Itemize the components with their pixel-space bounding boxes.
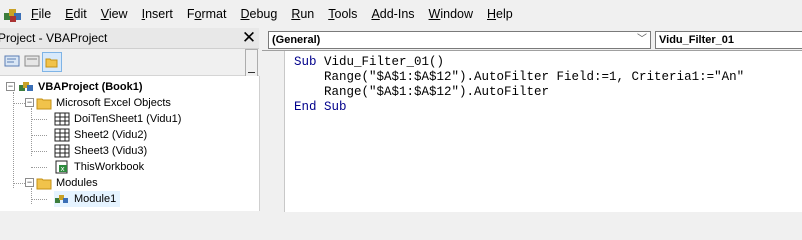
svg-text:x: x bbox=[61, 165, 65, 173]
worksheet-icon bbox=[54, 112, 70, 126]
menu-view[interactable]: View bbox=[94, 0, 135, 28]
collapse-excel-objects-icon[interactable]: − bbox=[25, 98, 34, 107]
code-line: Range("$A$1:$A$12").AutoFilter bbox=[294, 85, 744, 100]
tree-module1-item[interactable]: Module1 bbox=[54, 191, 121, 207]
menu-bar: File Edit View Insert Format Debug Run Tools Add… bbox=[0, 0, 802, 28]
toggle-folders-button[interactable] bbox=[42, 52, 62, 72]
project-toolbar bbox=[0, 49, 259, 76]
close-icon[interactable]: ✕ bbox=[239, 28, 259, 48]
project-explorer-header: Project - VBAProject ✕ bbox=[0, 28, 259, 49]
object-dropdown[interactable]: (General) ﹀ bbox=[268, 31, 651, 49]
tree-label: VBAProject (Book1) bbox=[38, 81, 143, 93]
menu-format[interactable]: Format bbox=[180, 0, 234, 28]
project-tree: − VBAProject (Book1) − Microsoft Excel O… bbox=[0, 76, 260, 211]
menu-edit[interactable]: Edit bbox=[58, 0, 94, 28]
tree-label: DoiTenSheet1 (Vidu1) bbox=[74, 113, 182, 125]
tree-label: Sheet2 (Vidu2) bbox=[74, 129, 148, 141]
code-margin-bar[interactable] bbox=[262, 51, 285, 212]
procedure-dropdown-value: Vidu_Filter_01 bbox=[659, 34, 734, 46]
workbook-icon: x bbox=[54, 160, 70, 174]
code-lines: Sub Vidu_Filter_01() Range("$A$1:$A$12")… bbox=[294, 55, 744, 115]
collapse-root-icon[interactable]: − bbox=[6, 82, 15, 91]
worksheet-icon bbox=[54, 128, 70, 142]
view-object-button[interactable] bbox=[24, 54, 40, 68]
tree-label: Microsoft Excel Objects bbox=[56, 97, 171, 109]
code-text: Range("$A$1:$A$12").AutoFilter bbox=[294, 85, 550, 99]
worksheet-icon bbox=[54, 144, 70, 158]
menu-run[interactable]: Run bbox=[284, 0, 321, 28]
tree-root-vbaproject[interactable]: VBAProject (Book1) bbox=[18, 79, 143, 95]
tree-excel-objects[interactable]: Microsoft Excel Objects bbox=[36, 95, 171, 111]
code-keyword: Sub bbox=[294, 55, 317, 69]
code-text: Vidu_Filter_01() bbox=[316, 55, 445, 69]
tree-label: Modules bbox=[56, 177, 98, 189]
menu-insert[interactable]: Insert bbox=[135, 0, 180, 28]
code-window-toolbar: (General) ﹀ Vidu_Filter_01 bbox=[262, 28, 802, 50]
collapse-modules-icon[interactable]: − bbox=[25, 178, 34, 187]
tree-sheet-item[interactable]: Sheet3 (Vidu3) bbox=[54, 143, 147, 159]
tree-sheet-item[interactable]: Sheet2 (Vidu2) bbox=[54, 127, 147, 143]
tree-modules-folder[interactable]: Modules bbox=[36, 175, 98, 191]
view-code-button[interactable] bbox=[4, 54, 20, 68]
tree-label: Module1 bbox=[74, 193, 117, 205]
tree-workbook-item[interactable]: x ThisWorkbook bbox=[54, 159, 144, 175]
code-keyword: End Sub bbox=[294, 100, 347, 114]
menu-help[interactable]: Help bbox=[480, 0, 520, 28]
code-line: End Sub bbox=[294, 100, 744, 115]
vbaproject-icon bbox=[18, 80, 34, 94]
project-explorer-title: Project - VBAProject bbox=[0, 31, 108, 45]
menu-file[interactable]: File bbox=[24, 0, 58, 28]
menu-add-ins[interactable]: Add-Ins bbox=[364, 0, 421, 28]
tree-label: Sheet3 (Vidu3) bbox=[74, 145, 148, 157]
vba-app-icon[interactable] bbox=[2, 4, 24, 24]
code-editor[interactable]: Sub Vidu_Filter_01() Range("$A$1:$A$12")… bbox=[262, 50, 802, 212]
menu-tools[interactable]: Tools bbox=[321, 0, 364, 28]
menu-window[interactable]: Window bbox=[422, 0, 480, 28]
code-line: Range("$A$1:$A$12").AutoFilter Field:=1,… bbox=[294, 70, 744, 85]
procedure-dropdown[interactable]: Vidu_Filter_01 bbox=[655, 31, 802, 49]
module-icon bbox=[54, 192, 70, 206]
folder-icon bbox=[36, 96, 52, 110]
menu-debug[interactable]: Debug bbox=[233, 0, 284, 28]
tree-label: ThisWorkbook bbox=[74, 161, 145, 173]
tree-sheet-item[interactable]: DoiTenSheet1 (Vidu1) bbox=[54, 111, 181, 127]
code-text: Range("$A$1:$A$12").AutoFilter Field:=1,… bbox=[294, 70, 745, 84]
object-dropdown-value: (General) bbox=[272, 34, 321, 46]
chevron-down-icon[interactable]: ﹀ bbox=[637, 32, 647, 48]
code-line: Sub Vidu_Filter_01() bbox=[294, 55, 744, 70]
folder-icon bbox=[36, 176, 52, 190]
